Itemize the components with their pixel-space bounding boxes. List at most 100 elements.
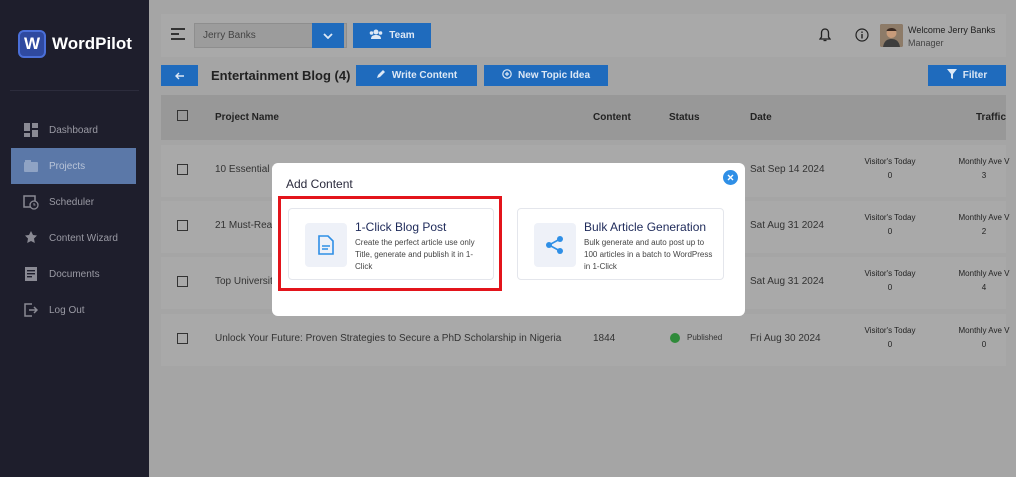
logo[interactable]: W WordPilot [18,30,132,58]
column-header-traffic[interactable]: Traffic [976,112,1006,123]
back-button[interactable] [161,65,198,86]
row-date: Sat Sep 14 2024 [750,164,825,175]
column-header-content[interactable]: Content [593,112,631,123]
team-button[interactable]: Team [353,23,431,48]
monthly-average: Monthly Ave V 3 [949,155,1016,183]
sidebar-item-dashboard[interactable]: Dashboard [0,112,149,148]
monthly-average-value: 2 [981,227,987,236]
new-topic-idea-button[interactable]: New Topic Idea [484,65,608,86]
sidebar-item-label: Content Wizard [49,232,118,244]
team-icon [369,29,383,42]
modal-title: Add Content [286,177,353,191]
monthly-average-label: Monthly Ave V [958,326,1010,335]
visitors-today: Visitor's Today 0 [855,155,925,183]
card-description: Bulk generate and auto post up to 100 ar… [584,238,713,271]
row-checkbox[interactable] [177,333,188,344]
sidebar-item-label: Dashboard [49,124,98,136]
projects-icon [23,158,39,174]
share-icon [534,223,576,267]
published-dot-icon [670,333,680,343]
plus-circle-icon [502,69,512,82]
table-row[interactable]: Unlock Your Future: Proven Strategies to… [161,314,1010,366]
visitors-today-label: Visitor's Today [864,326,916,335]
visitors-today-value: 0 [887,340,893,349]
close-icon[interactable] [723,170,738,185]
sidebar-item-content-wizard[interactable]: Content Wizard [0,220,149,256]
project-name[interactable]: 21 Must-Read [215,220,278,231]
visitors-today-value: 0 [887,227,893,236]
visitors-today-label: Visitor's Today [864,157,916,166]
visitors-today-label: Visitor's Today [864,269,916,278]
top-bar: Jerry Banks Team Welcome Jerry Banks Man… [161,14,1006,57]
row-checkbox[interactable] [177,164,188,175]
row-checkbox[interactable] [177,276,188,287]
table-header: Project Name Content Status Date Traffic [161,95,1006,140]
monthly-average-value: 0 [981,340,987,349]
content-count: 1844 [593,333,616,344]
status-label: Published [687,333,723,343]
wizard-icon [23,230,39,246]
project-name[interactable]: 10 Essential P [215,164,279,175]
column-header-date[interactable]: Date [750,112,772,123]
filter-icon [946,69,957,82]
info-icon[interactable] [855,28,869,45]
visitors-today: Visitor's Today 0 [855,267,925,295]
user-select-dropdown-button[interactable] [312,23,344,48]
monthly-average: Monthly Ave V 0 [949,324,1016,352]
sidebar-item-label: Projects [49,160,86,172]
user-role: Manager [908,38,944,48]
sidebar-item-label: Documents [49,268,100,280]
monthly-average-label: Monthly Ave V [958,157,1010,166]
select-all-checkbox[interactable] [177,110,188,121]
page-title: Entertainment Blog (4) [211,68,351,83]
monthly-average-label: Monthly Ave V [958,269,1010,278]
sidebar-item-label: Log Out [49,304,85,316]
write-content-label: Write Content [391,70,458,81]
visitors-today: Visitor's Today 0 [855,211,925,239]
visitors-today: Visitor's Today 0 [855,324,925,352]
sidebar-item-documents[interactable]: Documents [0,256,149,292]
team-label: Team [389,30,415,41]
highlight-box [278,196,502,291]
project-name[interactable]: Unlock Your Future: Proven Strategies to… [215,333,561,344]
sidebar-item-scheduler[interactable]: Scheduler [0,184,149,220]
filter-label: Filter [962,70,988,81]
user-welcome[interactable]: Welcome Jerry Banks Manager [908,24,995,50]
avatar[interactable] [880,24,903,47]
sidebar-item-label: Scheduler [49,196,95,208]
welcome-text: Welcome Jerry Banks [908,25,996,35]
filter-button[interactable]: Filter [928,65,1006,86]
monthly-average-value: 4 [981,283,987,292]
visitors-today-value: 0 [887,171,893,180]
bulk-article-generation-card[interactable]: Bulk Article Generation Bulk generate an… [517,208,724,280]
monthly-average: Monthly Ave V 2 [949,211,1016,239]
arrow-left-icon [174,69,185,83]
card-title: Bulk Article Generation [584,220,707,234]
sidebar-nav: Dashboard Projects Scheduler Content Wiz… [0,112,149,328]
calendar-icon [23,194,39,210]
pencil-icon [376,69,386,82]
document-icon [23,266,39,282]
project-name[interactable]: Top Universit [215,276,273,287]
monthly-average: Monthly Ave V 4 [949,267,1016,295]
logo-text: WordPilot [52,34,132,53]
status-badge: Published [670,333,722,343]
column-header-project[interactable]: Project Name [215,112,279,123]
chevron-down-icon [323,30,333,42]
menu-icon[interactable] [171,28,185,43]
logo-icon: W [18,30,46,58]
dashboard-icon [23,122,39,138]
row-date: Sat Aug 31 2024 [750,276,824,287]
write-content-button[interactable]: Write Content [356,65,477,86]
sidebar-item-projects[interactable]: Projects [11,148,136,184]
sidebar-divider [10,90,139,91]
row-checkbox[interactable] [177,220,188,231]
row-date: Sat Aug 31 2024 [750,220,824,231]
new-topic-idea-label: New Topic Idea [517,70,591,81]
sidebar-item-logout[interactable]: Log Out [0,292,149,328]
visitors-today-label: Visitor's Today [864,213,916,222]
column-header-status[interactable]: Status [669,112,700,123]
bell-icon[interactable] [818,28,832,45]
monthly-average-label: Monthly Ave V [958,213,1010,222]
sidebar: W WordPilot Dashboard Projects Scheduler [0,0,149,477]
